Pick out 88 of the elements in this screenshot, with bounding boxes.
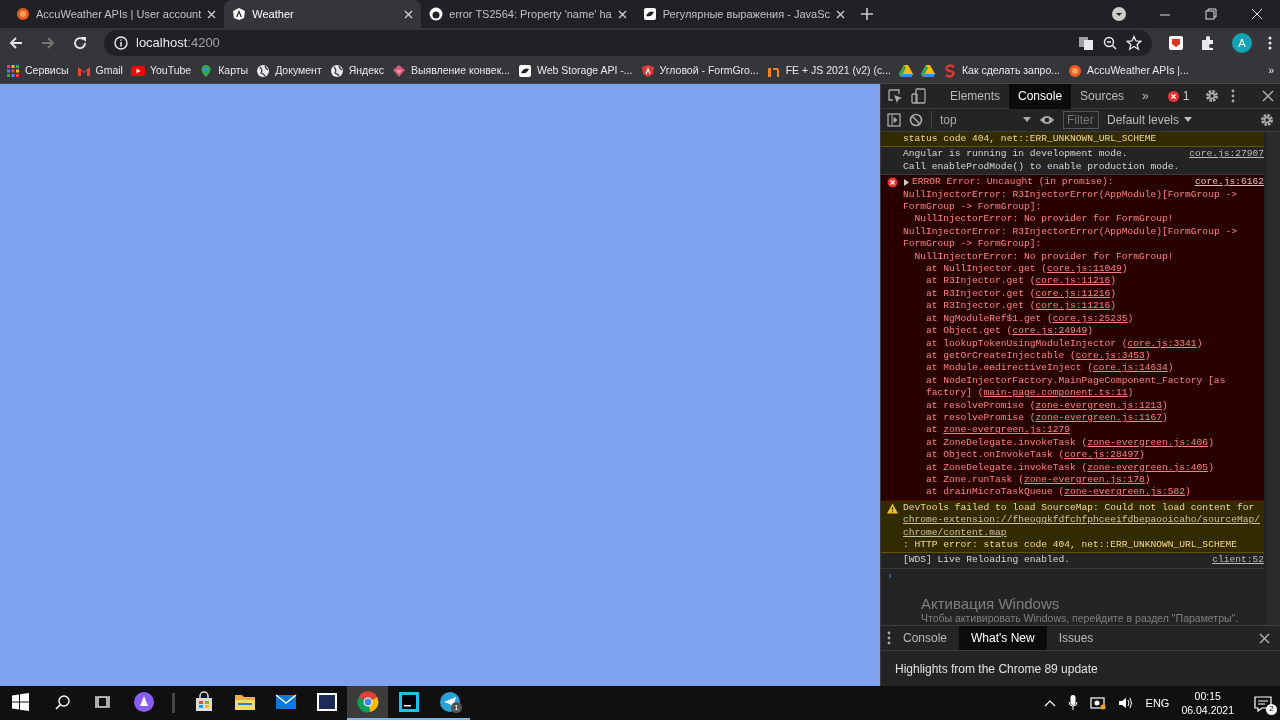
source-link[interactable]: core.js:14634 (1093, 362, 1168, 374)
drawer-tab[interactable]: Issues (1046, 625, 1106, 651)
browser-tab[interactable]: Weather (224, 0, 422, 28)
source-link[interactable]: zone-evergreen.js:405 (1087, 461, 1209, 473)
bookmark-item[interactable]: AccuWeather APIs |... (1068, 62, 1189, 79)
console-message: Angular is running in development mode. Call enableProdMode() to enable production mode. (903, 148, 1181, 174)
source-link[interactable]: core.js:3341 (1127, 337, 1197, 349)
more-tabs-button[interactable]: » (1133, 83, 1158, 109)
error-detail: NullInjectorError: No provider for FormGroup! (913, 213, 1175, 226)
error-detail: NullInjectorError: R3InjectorError(AppModule)[FormGroup -> FormGroup -> FormGroup]: (903, 188, 1238, 214)
console-message: [WDS] Live Reloading enabled. (903, 554, 1071, 567)
console-message: status code 404, net::ERR_UNKNOWN_URL_SCHEME (903, 133, 1158, 146)
source-link[interactable]: zone-evergreen.js:406 (1087, 436, 1209, 448)
context-select[interactable]: top (931, 111, 1031, 129)
stack-line: at getOrCreateInjectable (core.js:3453) (925, 349, 1152, 363)
devtools-tab[interactable]: Sources (1071, 83, 1134, 109)
source-link[interactable]: core.js:3453 (1075, 349, 1145, 361)
source-link[interactable]: zone-evergreen.js:582 (1064, 486, 1186, 498)
stack-line: at R3Injector.get (core.js:11216) (925, 300, 1117, 313)
bookmark-item[interactable]: Яндекс (329, 62, 385, 79)
source-link[interactable]: core.js:11216 (1035, 275, 1111, 287)
stack-line: at NullInjector.get (core.js:11049) (925, 263, 1129, 276)
stack-line: at drainMicroTaskQueue (zone-evergreen.js:582) (925, 486, 1192, 499)
stack-line: at resolvePromise (zone-evergreen.js:1213) (925, 399, 1169, 412)
source-link[interactable]: zone-evergreen.js:1279 (943, 424, 1070, 436)
error-count[interactable]: 1 (1157, 87, 1200, 105)
error-detail: NullInjectorError: No provider for FormGroup! (913, 250, 1175, 264)
stack-line: at ZoneDelegate.invokeTask (zone-evergreen.js:406) (925, 436, 1215, 450)
source-link[interactable]: core.js:24949 (1012, 325, 1088, 337)
bookmark-item[interactable]: Выявление конвек... (392, 62, 510, 79)
bookmark-item[interactable]: FE + JS 2021 (v2) (c... (766, 62, 891, 79)
language-indicator[interactable]: ENG (1145, 694, 1170, 712)
url-text: localhost:4200 (136, 34, 220, 53)
console-message: DevTools failed to load SourceMap: Could not load content for chrome-extension://fheoggkfdfchfphceeifdbepaooicaho/sourceMap/chrome/content.map : HTTP error: status code 404, net::ERR_UNKNOWN_URL_SCHEME (903, 501, 1264, 552)
stack-line: at NodeInjectorFactory.MainPageComponent_Factory [as factory] (main-page.component.ts:11) (925, 374, 1227, 400)
bookmark-item[interactable]: Как сделать запро... (943, 62, 1061, 79)
source-link[interactable]: core.js:25235 (1052, 312, 1128, 324)
stack-line: at Object.onInvokeTask (core.js:28497) (925, 449, 1146, 462)
source-link[interactable]: core.js:27907 (1189, 148, 1264, 161)
notification-badge: 2 (1266, 703, 1277, 715)
bookmark-item[interactable]: Сервисы (6, 62, 69, 79)
more-bookmarks-button[interactable]: » (1268, 62, 1274, 79)
browser-tab[interactable]: AccuWeather APIs | User account (8, 0, 225, 28)
source-link[interactable]: core.js:11049 (1046, 263, 1122, 275)
source-link[interactable]: zone-evergreen.js:1213 (1035, 399, 1163, 411)
clock-time[interactable]: 00:15 (1181, 689, 1234, 703)
source-link[interactable]: core.js:6162 (1194, 176, 1264, 189)
stack-line: at NgModuleRef$1.get (core.js:25235) (925, 312, 1135, 326)
drawer-tab[interactable]: Console (891, 625, 960, 651)
stack-line: at Zone.runTask (zone-evergreen.js:178) (925, 473, 1152, 487)
watermark-text: Чтобы активировать Windows, перейдите в раздел "Параметры". (921, 612, 1239, 624)
levels-dropdown[interactable]: Default levels (1107, 111, 1193, 129)
source-link[interactable]: core.js:11216 (1035, 300, 1111, 312)
stack-line: at ZoneDelegate.invokeTask (zone-evergreen.js:405) (925, 461, 1215, 474)
stack-line: at Object.get (core.js:24949) (925, 325, 1094, 338)
error-message: ERROR Error: Uncaught (in promise): (912, 176, 1115, 189)
bookmark-item[interactable]: YouTube (130, 62, 192, 79)
taskbar-button[interactable]: 1 (429, 686, 470, 720)
source-link[interactable]: core.js:11216 (1035, 287, 1111, 299)
address-bar[interactable]: localhost:4200 (104, 30, 1152, 56)
bookmark-item[interactable]: Gmail (76, 62, 123, 79)
source-link[interactable]: zone-evergreen.js:1167 (1035, 411, 1163, 423)
filter-field[interactable]: Filter (1063, 111, 1099, 129)
stack-line: at lookupTokenUsingModuleInjector (core.js:3341) (925, 337, 1204, 350)
drawer-tab[interactable]: What's New (959, 625, 1047, 651)
stack-line: at R3Injector.get (core.js:11216) (925, 287, 1117, 301)
source-link[interactable]: client:52 (1212, 554, 1264, 567)
notification-badge: 1 (451, 702, 462, 713)
clock-date[interactable]: 06.04.2021 (1181, 703, 1234, 717)
browser-tab[interactable]: Регулярные выражения - JavaSc (634, 0, 854, 28)
bookmark-item[interactable]: Web Storage API -... (518, 62, 633, 79)
bookmark-item[interactable]: Угловой - FormGro... (640, 62, 759, 79)
source-link[interactable]: main-page.component.ts:11 (983, 387, 1128, 399)
stack-line: at R3Injector.get (core.js:11216) (925, 275, 1117, 288)
devtools-tab[interactable]: Elements (941, 83, 1010, 109)
bookmark-item[interactable]: Документ (256, 62, 322, 79)
source-link[interactable]: zone-evergreen.js:178 (1023, 473, 1145, 485)
prompt-icon[interactable]: › (887, 570, 893, 582)
stack-line: at resolvePromise (zone-evergreen.js:1167) (925, 411, 1169, 425)
stack-line: at Module.ɵɵdirectiveInject (core.js:14634) (925, 362, 1175, 375)
browser-tab[interactable]: error TS2564: Property 'name' ha (421, 0, 635, 28)
watermark-title: Активация Windows (921, 595, 1061, 612)
source-link[interactable]: chrome-extension://fheoggkfdfchfphceeifdbepaooicaho/sourceMap/chrome/content.map (903, 514, 1264, 539)
bookmark-item[interactable]: Карты (199, 62, 249, 79)
stack-line: at zone-evergreen.js:1279 (925, 424, 1071, 437)
error-detail: NullInjectorError: R3InjectorError(AppModule)[FormGroup -> FormGroup -> FormGroup]: (903, 225, 1238, 251)
devtools-tab[interactable]: Console (1009, 83, 1072, 109)
source-link[interactable]: core.js:28497 (1064, 449, 1140, 461)
